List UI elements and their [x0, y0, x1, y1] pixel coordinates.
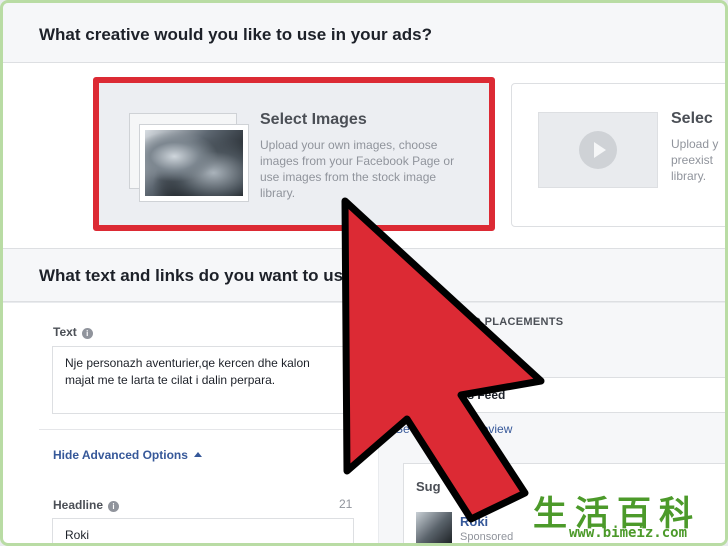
page-name-link[interactable]: Roki [460, 514, 488, 529]
placements-label: D PLACEMENTS [473, 316, 564, 328]
video-desc-line-1: Upload y [671, 137, 719, 151]
watermark-url: www.bimeiz.com [569, 525, 688, 541]
image-stack-front [139, 124, 249, 202]
news-feed-placement[interactable] [393, 377, 725, 413]
select-images-title: Select Images [260, 111, 367, 128]
headline-char-count: 21 [339, 497, 353, 511]
text-links-section-header: What text and links do you want to use [3, 248, 725, 302]
cat-photo-thumbnail [145, 130, 243, 196]
video-desc-line-3: library. [671, 169, 707, 183]
select-video-title: Selec [671, 110, 713, 127]
play-icon [579, 131, 617, 169]
suggested-page-title: Sug Page [416, 479, 524, 494]
hide-advanced-options-link[interactable]: Hide Advanced Options [53, 448, 202, 462]
headline-input[interactable]: Roki [52, 518, 354, 543]
caret-up-icon [193, 452, 202, 457]
section-divider [39, 429, 377, 430]
page-avatar [416, 512, 452, 543]
screenshot-frame: What creative would you like to use in y… [0, 0, 728, 546]
ad-text-input[interactable]: Nje personazh aventurier,qe kercen dhe k… [52, 346, 354, 414]
select-video-card[interactable]: Selec Upload y preexist library. [511, 83, 725, 227]
video-thumbnail [538, 112, 658, 188]
select-images-description: Upload your own images, choose images fr… [260, 138, 455, 200]
video-desc-line-2: preexist [671, 153, 714, 167]
select-images-card[interactable]: Select Images Upload your own images, ch… [93, 77, 495, 231]
info-icon[interactable]: i [108, 501, 120, 512]
headline-field-label: Headline i [53, 498, 120, 512]
phone-preview-link[interactable]: Se hone Preview [395, 422, 512, 436]
text-field-label: Text i [53, 325, 93, 339]
sponsored-label: Sponsored [460, 531, 514, 543]
creative-section-header: What creative would you like to use in y… [3, 3, 725, 63]
info-icon[interactable]: i [81, 328, 93, 339]
select-video-description: Upload y preexist library. [671, 136, 725, 184]
news-feed-label: ws Feed [458, 388, 506, 402]
